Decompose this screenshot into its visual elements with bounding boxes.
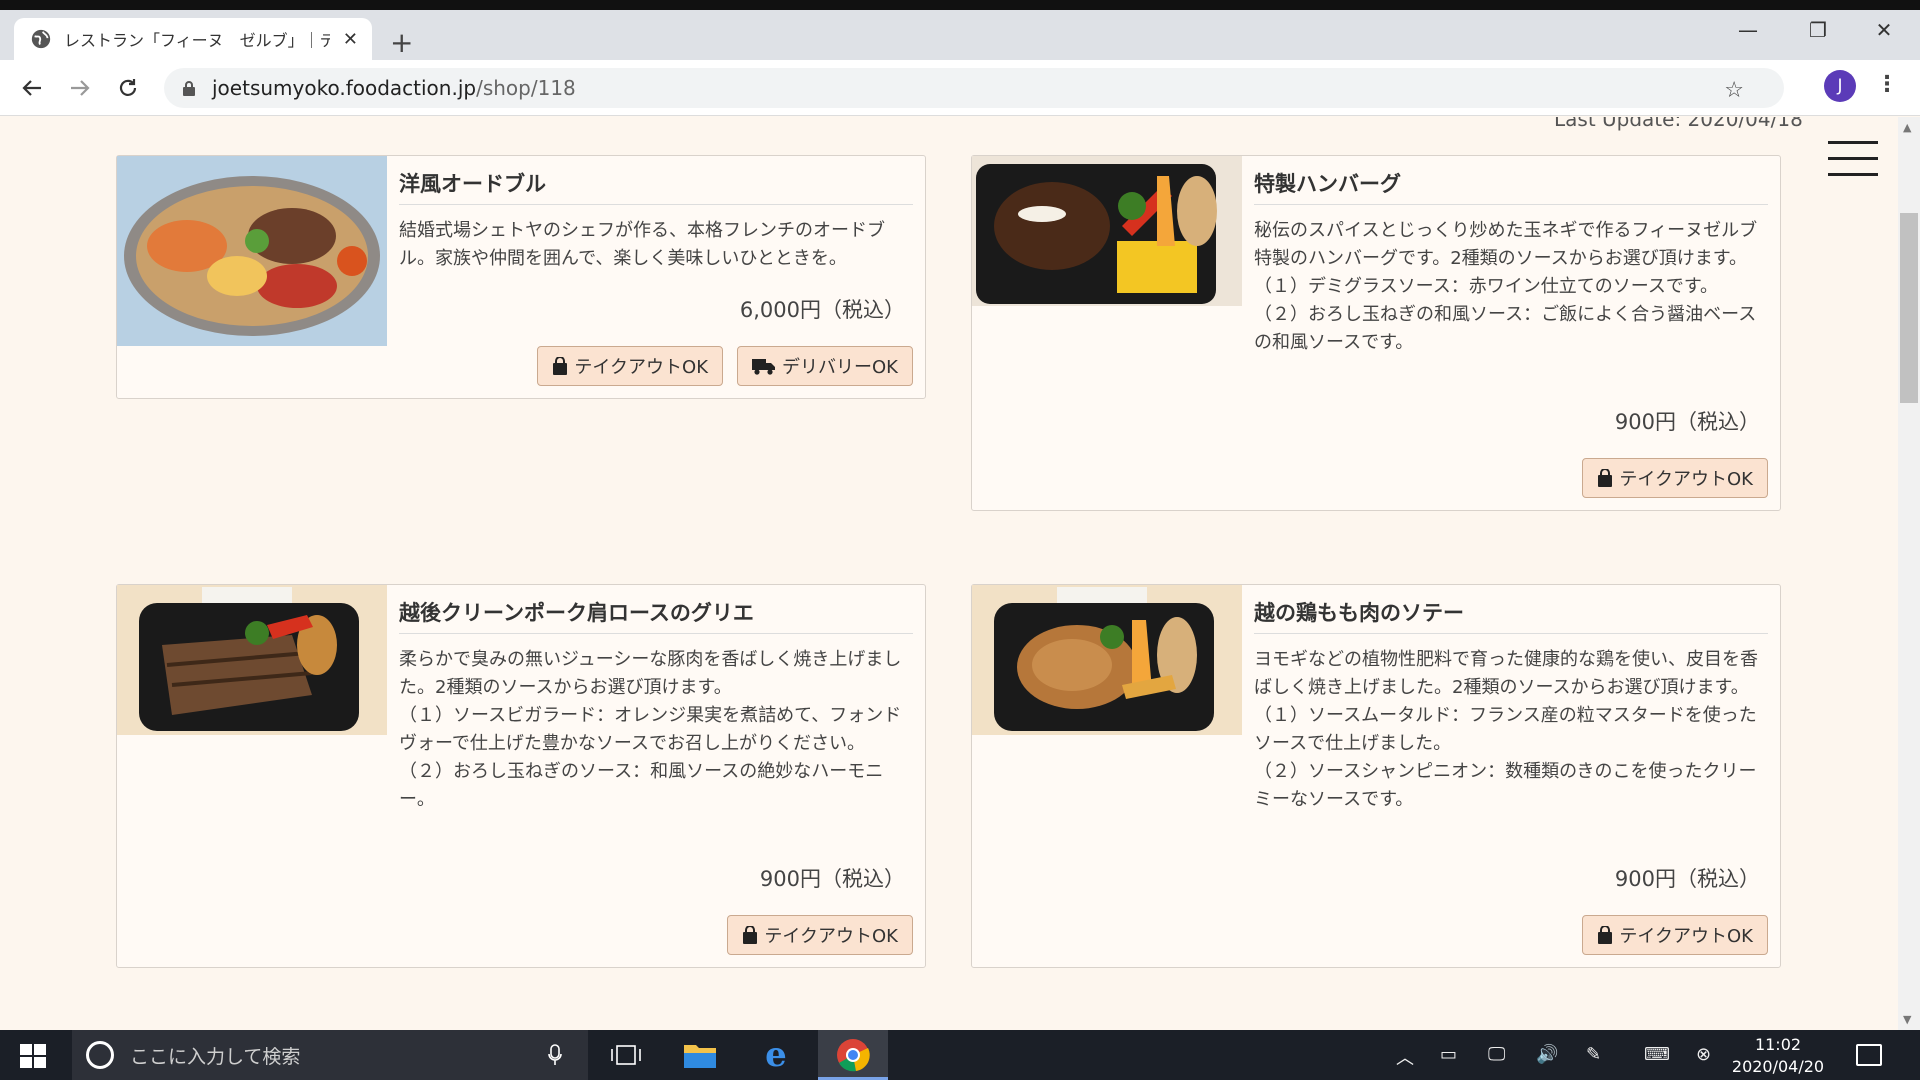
- card-body: 越の鶏もも肉のソテー ヨモギなどの植物性肥料で育った健康的な鶏を使い、皮目を香ば…: [1254, 597, 1768, 814]
- takeout-label: テイクアウトOK: [1619, 926, 1753, 947]
- takeout-label: テイクアウトOK: [1619, 469, 1753, 490]
- truck-icon: [752, 359, 776, 375]
- url-host: joetsumyoko.foodaction.jp: [212, 76, 477, 100]
- item-name: 越後クリーンポーク肩ロースのグリエ: [399, 597, 913, 634]
- card-body: 洋風オードブル 結婚式場シェトヤのシェフが作る、本格フレンチのオードブル。家族や…: [399, 168, 913, 273]
- window-top-strip: [0, 0, 1920, 10]
- item-price: 900円（税込）: [1614, 867, 1760, 891]
- takeout-label: テイクアウトOK: [574, 357, 709, 378]
- search-placeholder: ここに入力して検索: [130, 1045, 301, 1068]
- pen-icon[interactable]: ✎: [1586, 1044, 1601, 1065]
- delivery-label: デリバリーOK: [782, 357, 898, 378]
- taskbar-search[interactable]: ここに入力して検索: [72, 1030, 588, 1080]
- card-body: 特製ハンバーグ 秘伝のスパイスとじっくり炒めた玉ネギで作るフィーヌゼルブ特製のハ…: [1254, 168, 1768, 357]
- delivery-badge[interactable]: デリバリーOK: [737, 346, 913, 386]
- globe-icon: [31, 29, 51, 49]
- explorer-icon[interactable]: [678, 1038, 722, 1072]
- card-body: 越後クリーンポーク肩ロースのグリエ 柔らかで臭みの無いジューシーな豚肉を香ばしく…: [399, 597, 913, 814]
- tab-title: レストラン「フィーヌ ゼルブ」｜テイク: [64, 31, 330, 50]
- notification-icon[interactable]: [1856, 1044, 1882, 1066]
- menu-item-card: 特製ハンバーグ 秘伝のスパイスとじっくり炒めた玉ネギで作るフィーヌゼルブ特製のハ…: [971, 155, 1781, 511]
- item-price: 900円（税込）: [759, 867, 905, 891]
- hamburger-menu-icon[interactable]: [1828, 141, 1878, 177]
- keyboard-icon[interactable]: ⌨: [1644, 1044, 1670, 1065]
- reload-button[interactable]: [110, 70, 146, 106]
- item-description: 柔らかで臭みの無いジューシーな豚肉を香ばしく焼き上げました。2種類のソースからお…: [399, 649, 902, 810]
- item-description: 結婚式場シェトヤのシェフが作る、本格フレンチのオードブル。家族や仲間を囲んで、楽…: [399, 220, 885, 269]
- item-name: 特製ハンバーグ: [1254, 168, 1768, 205]
- food-photo: [117, 156, 387, 346]
- close-tab-icon[interactable]: ✕: [343, 29, 358, 50]
- badge-row: テイクアウトOK: [1582, 915, 1768, 955]
- last-update: Last Update: 2020/04/18: [1554, 117, 1803, 131]
- badge-row: テイクアウトOK: [1582, 458, 1768, 498]
- menu-item-card: 洋風オードブル 結婚式場シェトヤのシェフが作る、本格フレンチのオードブル。家族や…: [116, 155, 926, 399]
- page-viewport: Last Update: 2020/04/18 洋風オードブル 結婚式場シェトヤ…: [0, 117, 1920, 1030]
- item-name: 洋風オードブル: [399, 168, 913, 205]
- minimize-button[interactable]: —: [1718, 10, 1778, 50]
- system-clock[interactable]: 11:02 2020/04/20: [1728, 1034, 1828, 1078]
- address-bar[interactable]: joetsumyoko.foodaction.jp/shop/118 ☆: [164, 68, 1784, 108]
- chrome-icon: [837, 1039, 870, 1072]
- bag-icon: [1598, 469, 1613, 487]
- forward-button[interactable]: [62, 70, 98, 106]
- clock-time: 11:02: [1754, 1035, 1802, 1054]
- takeout-badge[interactable]: テイクアウトOK: [1582, 458, 1768, 498]
- item-price: 900円（税込）: [1614, 410, 1760, 434]
- item-description: 秘伝のスパイスとじっくり炒めた玉ネギで作るフィーヌゼルブ特製のハンバーグです。2…: [1254, 220, 1758, 353]
- lock-icon: [183, 81, 195, 96]
- browser-tab[interactable]: レストラン「フィーヌ ゼルブ」｜テイク ✕: [14, 18, 372, 60]
- takeout-badge[interactable]: テイクアウトOK: [1582, 915, 1768, 955]
- bag-icon: [743, 926, 758, 944]
- clock-date: 2020/04/20: [1731, 1057, 1825, 1076]
- takeout-label: テイクアウトOK: [764, 926, 898, 947]
- back-button[interactable]: [14, 70, 50, 106]
- volume-icon[interactable]: 🔊: [1536, 1044, 1558, 1065]
- taskbar: ここに入力して検索 e ︿ ▭ 🖵 🔊 ✎ ⌨ ⊗ 11:02 2020/04/…: [0, 1030, 1920, 1080]
- item-price: 6,000円（税込）: [739, 298, 905, 322]
- ime-off-icon[interactable]: ⊗: [1696, 1044, 1711, 1065]
- bag-icon: [553, 357, 568, 375]
- chrome-taskbar-button[interactable]: [818, 1030, 888, 1080]
- menu-item-card: 越後クリーンポーク肩ロースのグリエ 柔らかで臭みの無いジューシーな豚肉を香ばしく…: [116, 584, 926, 968]
- scroll-up-arrow[interactable]: ▲: [1903, 121, 1911, 134]
- badge-row: テイクアウトOK デリバリーOK: [537, 346, 913, 386]
- edge-icon[interactable]: e: [754, 1035, 798, 1075]
- close-window-button[interactable]: ✕: [1854, 10, 1914, 50]
- bag-icon: [1598, 926, 1613, 944]
- menu-icon[interactable]: ⋮: [1876, 72, 1898, 97]
- food-photo: [117, 585, 387, 735]
- tab-strip: レストラン「フィーヌ ゼルブ」｜テイク ✕ +: [0, 10, 1920, 60]
- reload-icon: [119, 79, 137, 96]
- food-photo: [972, 156, 1242, 306]
- back-icon: [22, 80, 41, 96]
- network-icon[interactable]: 🖵: [1488, 1044, 1505, 1065]
- scroll-down-arrow[interactable]: ▼: [1903, 1013, 1911, 1026]
- tray-expand-icon[interactable]: ︿: [1396, 1044, 1414, 1070]
- forward-icon: [71, 80, 90, 96]
- badge-row: テイクアウトOK: [727, 915, 913, 955]
- battery-icon[interactable]: ▭: [1440, 1044, 1457, 1065]
- scrollbar-thumb[interactable]: [1900, 213, 1918, 403]
- item-name: 越の鶏もも肉のソテー: [1254, 597, 1768, 634]
- takeout-badge[interactable]: テイクアウトOK: [727, 915, 913, 955]
- restore-button[interactable]: ❐: [1788, 10, 1848, 50]
- url-path: /shop/118: [476, 76, 576, 100]
- new-tab-button[interactable]: +: [390, 28, 413, 58]
- url-text: joetsumyoko.foodaction.jp/shop/118: [212, 76, 576, 100]
- task-view-icon[interactable]: [604, 1038, 648, 1072]
- browser-toolbar: joetsumyoko.foodaction.jp/shop/118 ☆: [0, 60, 1920, 116]
- menu-item-card: 越の鶏もも肉のソテー ヨモギなどの植物性肥料で育った健康的な鶏を使い、皮目を香ば…: [971, 584, 1781, 968]
- mic-icon[interactable]: [548, 1044, 562, 1066]
- takeout-badge[interactable]: テイクアウトOK: [537, 346, 724, 386]
- star-icon[interactable]: ☆: [1724, 78, 1744, 103]
- windows-icon[interactable]: [20, 1044, 46, 1068]
- food-photo: [972, 585, 1242, 735]
- item-description: ヨモギなどの植物性肥料で育った健康的な鶏を使い、皮目を香ばしく焼き上げました。2…: [1254, 649, 1758, 810]
- cortana-icon[interactable]: [86, 1041, 114, 1069]
- profile-avatar[interactable]: J: [1824, 70, 1856, 102]
